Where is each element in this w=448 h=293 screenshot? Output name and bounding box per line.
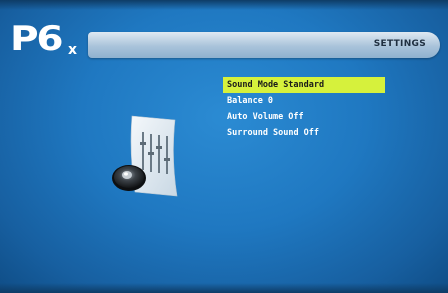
menu-item-value: Off bbox=[303, 128, 320, 138]
menu-item-label: Surround Sound bbox=[227, 128, 299, 138]
bezel-top bbox=[0, 0, 448, 10]
menu-item-balance[interactable]: Balance 0 bbox=[223, 93, 385, 109]
menu-item-auto-volume[interactable]: Auto Volume Off bbox=[223, 109, 385, 125]
menu-item-value: 0 bbox=[267, 96, 273, 106]
speaker-equalizer-icon bbox=[112, 115, 178, 197]
page-title: SETTINGS bbox=[373, 39, 426, 49]
menu-item-label: Balance bbox=[227, 96, 263, 106]
menu-item-label: Auto Volume bbox=[227, 112, 284, 122]
tv-screen: P6 x SETTINGS Sound Mode Standard Balance… bbox=[0, 0, 448, 293]
brand-logo-subscript: x bbox=[68, 42, 78, 58]
settings-menu: Sound Mode Standard Balance 0 Auto Volume O… bbox=[223, 77, 385, 141]
header-bar: SETTINGS bbox=[88, 32, 440, 58]
menu-item-value: Standard bbox=[283, 80, 325, 90]
brand-logo: P6 bbox=[10, 19, 64, 59]
menu-item-surround-sound[interactable]: Surround Sound Off bbox=[223, 125, 385, 141]
menu-item-label: Sound Mode bbox=[227, 80, 279, 90]
menu-item-sound-mode[interactable]: Sound Mode Standard bbox=[223, 77, 385, 93]
bezel-bottom bbox=[0, 283, 448, 293]
menu-item-value: Off bbox=[288, 112, 304, 122]
